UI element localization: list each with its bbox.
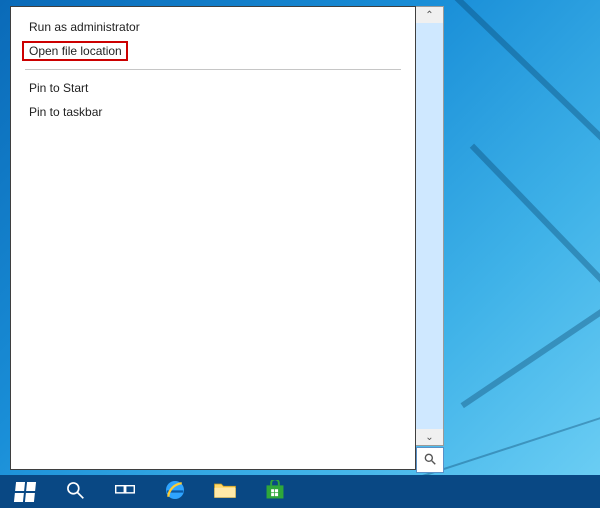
search-icon [423, 452, 437, 469]
store-icon [265, 480, 285, 503]
search-button-inline[interactable] [416, 447, 444, 473]
scroll-down-button[interactable]: ⌄ [416, 429, 443, 445]
task-view-icon [115, 480, 135, 503]
wallpaper-decoration [461, 258, 600, 408]
windows-store-button[interactable] [250, 475, 300, 508]
context-menu: Run as administrator Open file location … [10, 6, 416, 470]
start-button[interactable] [0, 475, 50, 508]
scroll-up-button[interactable]: ⌃ [416, 7, 443, 23]
search-icon [65, 480, 85, 503]
menu-item-pin-to-start[interactable]: Pin to Start [11, 76, 415, 100]
menu-item-open-file-location[interactable]: Open file location [11, 39, 415, 63]
scroll-track[interactable] [416, 23, 443, 429]
internet-explorer-icon [163, 478, 187, 505]
taskbar [0, 475, 600, 508]
file-explorer-button[interactable] [200, 475, 250, 508]
results-scrollbar[interactable]: ⌃ ⌄ [416, 6, 444, 446]
internet-explorer-button[interactable] [150, 475, 200, 508]
menu-item-run-as-admin[interactable]: Run as administrator [11, 15, 415, 39]
taskbar-search-button[interactable] [50, 475, 100, 508]
windows-logo-icon [14, 482, 36, 502]
menu-item-pin-to-taskbar[interactable]: Pin to taskbar [11, 100, 415, 124]
menu-separator [25, 69, 401, 70]
folder-icon [213, 481, 237, 502]
task-view-button[interactable] [100, 475, 150, 508]
